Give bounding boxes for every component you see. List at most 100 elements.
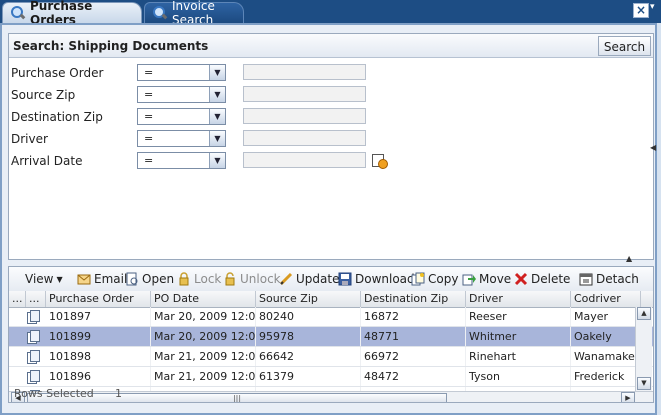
driver-cell: Rinehart xyxy=(466,347,571,366)
field-label: Source Zip xyxy=(11,88,76,102)
calendar-icon[interactable] xyxy=(372,153,388,169)
field-destination-zip: Destination Zip = ▼ xyxy=(11,108,651,126)
codriver-cell: Oakely xyxy=(571,327,641,346)
close-icon[interactable]: × xyxy=(633,3,649,18)
column-header[interactable]: Purchase Order xyxy=(46,291,151,307)
source-zip-cell: 66642 xyxy=(256,347,361,366)
main-panel: Search: Shipping Documents Search Purcha… xyxy=(0,23,657,415)
field-label: Destination Zip xyxy=(11,110,103,124)
lock-icon xyxy=(179,272,189,286)
search-panel: Search: Shipping Documents Search Purcha… xyxy=(8,33,654,260)
update-button[interactable]: Update xyxy=(279,270,339,288)
operator-select[interactable]: = ▼ xyxy=(137,130,226,147)
document-icon xyxy=(27,350,40,364)
chevron-down-icon: ▼ xyxy=(209,65,225,80)
collapse-up-icon[interactable]: ▲ xyxy=(626,254,632,263)
field-label: Driver xyxy=(11,132,48,146)
delete-button[interactable]: Delete xyxy=(514,270,570,288)
value-input[interactable] xyxy=(243,130,366,146)
po-cell: 101899 xyxy=(46,327,151,346)
pencil-icon xyxy=(279,272,293,286)
search-button[interactable]: Search xyxy=(598,36,651,56)
chevron-down-icon: ▼ xyxy=(209,109,225,124)
field-driver: Driver = ▼ xyxy=(11,130,651,148)
tab-purchase-orders[interactable]: Purchase Orders xyxy=(2,0,142,27)
tab-bar: Purchase Orders Invoice Search × ▾ xyxy=(0,0,661,27)
value-input[interactable] xyxy=(243,64,366,80)
destination-zip-cell: 48771 xyxy=(361,327,466,346)
po-cell: 101898 xyxy=(46,347,151,366)
delete-icon xyxy=(514,272,528,286)
source-zip-cell: 80240 xyxy=(256,307,361,326)
value-input[interactable] xyxy=(243,86,366,102)
unlock-icon xyxy=(225,272,235,286)
view-menu[interactable]: View ▼ xyxy=(25,270,63,288)
column-header[interactable]: Destination Zip xyxy=(361,291,466,307)
scroll-up-icon[interactable]: ▲ xyxy=(637,307,651,320)
search-icon xyxy=(11,6,26,20)
destination-zip-cell: 16872 xyxy=(361,307,466,326)
move-icon xyxy=(462,274,476,286)
codriver-cell: Wanamaker xyxy=(571,347,641,366)
destination-zip-cell: 66972 xyxy=(361,347,466,366)
table-row-selected[interactable]: 101899 Mar 20, 2009 12:0... 95978 48771 … xyxy=(9,327,653,347)
field-purchase-order: Purchase Order = ▼ xyxy=(11,64,651,82)
operator-select[interactable]: = ▼ xyxy=(137,86,226,103)
document-icon xyxy=(27,310,40,324)
document-icon xyxy=(27,370,40,384)
column-header[interactable]: PO Date xyxy=(151,291,256,307)
open-icon xyxy=(126,272,138,286)
chevron-down-icon: ▼ xyxy=(209,153,225,168)
date-cell: Mar 20, 2009 12:0... xyxy=(151,327,256,346)
column-header[interactable]: Codriver xyxy=(571,291,641,307)
unlock-button[interactable]: Unlock xyxy=(223,270,281,288)
column-header[interactable]: ... xyxy=(9,291,26,307)
operator-select[interactable]: = ▼ xyxy=(137,152,226,169)
field-arrival-date: Arrival Date = ▼ xyxy=(11,152,651,170)
table-row[interactable]: 101897 Mar 20, 2009 12:0... 80240 16872 … xyxy=(9,307,653,327)
po-cell: 101897 xyxy=(46,307,151,326)
codriver-cell: Mayer xyxy=(571,307,641,326)
save-icon xyxy=(338,272,352,286)
chevron-down-icon: ▼ xyxy=(56,274,63,284)
driver-cell: Reeser xyxy=(466,307,571,326)
field-label: Purchase Order xyxy=(11,66,104,80)
source-zip-cell: 95978 xyxy=(256,327,361,346)
table-header: ... ... Purchase Order PO Date Source Zi… xyxy=(9,291,653,308)
email-button[interactable]: Email xyxy=(77,270,127,288)
detach-button[interactable]: Detach xyxy=(579,270,639,288)
value-input[interactable] xyxy=(243,108,366,124)
column-header[interactable]: Source Zip xyxy=(256,291,361,307)
field-source-zip: Source Zip = ▼ xyxy=(11,86,651,104)
download-button[interactable]: Download xyxy=(338,270,415,288)
status-bar: Rows Selected 1 xyxy=(8,383,654,407)
copy-button[interactable]: Copy xyxy=(411,270,458,288)
lock-button[interactable]: Lock xyxy=(177,270,221,288)
results-toolbar: View ▼ Email Open Lock Unlock Update Down… xyxy=(9,267,653,292)
rows-selected-label: Rows Selected xyxy=(14,387,94,400)
date-cell: Mar 21, 2009 12:0... xyxy=(151,347,256,366)
driver-cell: Whitmer xyxy=(466,327,571,346)
operator-select[interactable]: = ▼ xyxy=(137,64,226,81)
chevron-down-icon: ▼ xyxy=(209,131,225,146)
move-button[interactable]: Move xyxy=(462,270,511,288)
field-label: Arrival Date xyxy=(11,154,83,168)
email-icon xyxy=(77,274,91,285)
rows-selected-count: 1 xyxy=(115,387,122,400)
column-header[interactable]: Driver xyxy=(466,291,571,307)
chevron-down-icon[interactable]: ▾ xyxy=(650,2,655,12)
column-header[interactable]: ... xyxy=(26,291,46,307)
tab-invoice-search[interactable]: Invoice Search xyxy=(144,0,244,27)
vertical-scrollbar[interactable]: ▲ ▼ xyxy=(635,307,652,391)
collapse-side-icon[interactable]: ◀ xyxy=(650,143,656,152)
operator-select[interactable]: = ▼ xyxy=(137,108,226,125)
value-input[interactable] xyxy=(243,152,366,168)
detach-icon xyxy=(579,273,593,286)
open-button[interactable]: Open xyxy=(125,270,174,288)
copy-icon xyxy=(411,272,425,286)
search-title: Search: Shipping Documents xyxy=(9,34,653,58)
chevron-down-icon: ▼ xyxy=(209,87,225,102)
search-icon xyxy=(153,6,168,20)
document-icon xyxy=(27,330,40,344)
table-row[interactable]: 101898 Mar 21, 2009 12:0... 66642 66972 … xyxy=(9,347,653,367)
